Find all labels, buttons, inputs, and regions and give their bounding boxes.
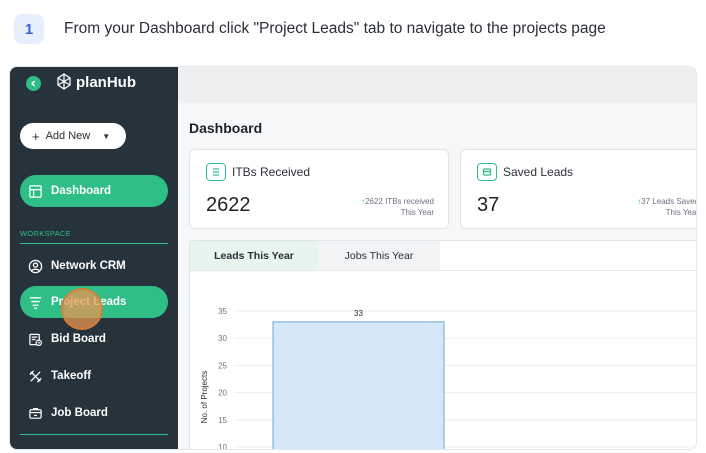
sidebar-item-label: Job Board <box>51 407 108 419</box>
y-tick-label: 35 <box>218 307 227 316</box>
chart-panel: Leads This Year Jobs This Year 10 15 20 25 3… <box>189 240 696 450</box>
sidebar-item-label: Bid Board <box>51 333 106 345</box>
sidebar-item-job-board[interactable]: Job Board <box>20 397 168 429</box>
planhub-logo-icon <box>57 73 71 90</box>
card-subtext: ↑2622 ITBs received This Year <box>314 196 434 218</box>
planhub-logo[interactable]: planHub <box>54 72 136 92</box>
y-tick-label: 20 <box>218 389 227 398</box>
sidebar-item-dashboard[interactable]: Dashboard <box>20 175 168 207</box>
user-circle-icon <box>28 259 43 273</box>
y-tick-label: 10 <box>218 443 227 450</box>
card-subtext-line1: 2622 ITBs received <box>365 197 434 206</box>
sidebar-item-bid-board[interactable]: Bid Board <box>20 323 168 355</box>
sidebar-item-label: Dashboard <box>51 185 112 197</box>
tab-jobs-this-year[interactable]: Jobs This Year <box>318 241 440 270</box>
plus-icon: + <box>32 128 40 144</box>
y-tick-label: 15 <box>218 416 227 425</box>
main-content: Dashboard ITBs Received 2622 ↑2622 ITBs … <box>178 67 697 450</box>
card-title: ITBs Received <box>232 165 311 179</box>
dashboard-icon <box>29 184 42 198</box>
sidebar-item-label: Network CRM <box>51 260 126 272</box>
add-new-button[interactable]: + Add New ▼ <box>20 123 126 149</box>
project-leads-icon <box>29 296 42 309</box>
card-subtext-line1: 37 Leads Saved <box>641 197 697 206</box>
top-bar <box>178 67 696 103</box>
sidebar-item-label: Takeoff <box>51 370 92 382</box>
card-value: 37 <box>477 194 500 216</box>
y-tick-label: 25 <box>218 361 227 370</box>
card-title: Saved Leads <box>503 165 574 179</box>
caret-down-icon: ▼ <box>102 131 111 141</box>
takeoff-icon <box>29 369 42 383</box>
y-axis-label: No. of Projects <box>200 371 209 423</box>
workspace-section-label: WORKSPACE <box>20 229 71 238</box>
card-subtext-line2: This Year <box>665 208 697 217</box>
bar-data-label: 33 <box>354 309 363 318</box>
sidebar-item-takeoff[interactable]: Takeoff <box>20 360 168 392</box>
y-tick-label: 30 <box>218 334 227 343</box>
chevron-left-icon <box>31 80 36 87</box>
tab-leads-this-year[interactable]: Leads This Year <box>190 241 318 270</box>
card-subtext: ↑37 Leads Saved This Year <box>579 196 697 218</box>
step-instruction: 1 From your Dashboard click "Project Lea… <box>0 0 706 60</box>
app-screenshot: planHub + Add New ▼ Dashboard WORKSPACE … <box>9 66 697 450</box>
logo-text: planHub <box>76 73 136 91</box>
card-value: 2622 <box>206 194 251 216</box>
sidebar-collapse-button[interactable] <box>26 76 41 91</box>
bid-board-icon <box>29 333 43 346</box>
leads-bar-chart: 10 15 20 25 30 35 No. of Projects 33 <box>200 307 696 450</box>
itb-icon <box>206 163 226 181</box>
page-title: Dashboard <box>189 120 263 136</box>
saved-leads-card[interactable]: Saved Leads 37 ↑37 Leads Saved This Year <box>460 149 697 229</box>
section-divider <box>20 243 168 244</box>
click-indicator <box>61 288 103 330</box>
itbs-received-card[interactable]: ITBs Received 2622 ↑2622 ITBs received T… <box>189 149 449 229</box>
step-number-badge: 1 <box>14 14 44 44</box>
card-subtext-line2: This Year <box>400 208 434 217</box>
job-board-icon <box>29 407 42 419</box>
sidebar: planHub + Add New ▼ Dashboard WORKSPACE … <box>10 67 178 449</box>
sidebar-item-network-crm[interactable]: Network CRM <box>20 250 168 282</box>
add-new-label: Add New <box>45 130 91 142</box>
saved-leads-icon <box>477 163 497 181</box>
bar <box>272 321 445 449</box>
step-text: From your Dashboard click "Project Leads… <box>64 20 606 37</box>
section-divider <box>20 434 168 435</box>
